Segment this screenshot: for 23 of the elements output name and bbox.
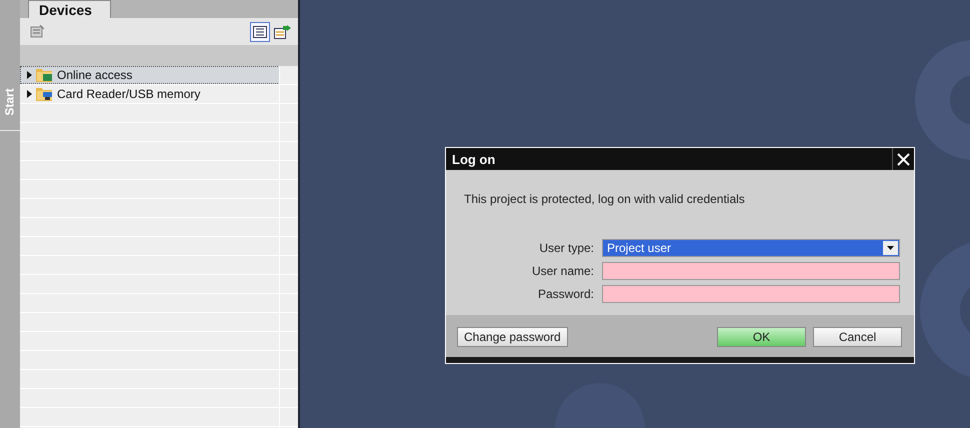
list-view-button[interactable] bbox=[250, 22, 270, 42]
devices-tab[interactable]: Devices bbox=[28, 0, 111, 18]
field-label: Password: bbox=[536, 287, 594, 301]
cancel-button[interactable]: Cancel bbox=[813, 327, 902, 347]
table-arrow-icon bbox=[274, 24, 290, 38]
expand-arrow-icon[interactable] bbox=[26, 71, 32, 79]
field-label: User name: bbox=[530, 264, 594, 278]
field-label: User type: bbox=[538, 241, 594, 255]
input-field[interactable] bbox=[602, 262, 900, 280]
expand-arrow-icon[interactable] bbox=[26, 90, 32, 98]
user-type-dropdown[interactable]: Project user bbox=[602, 239, 900, 257]
dialog-message: This project is protected, log on with valid credentials bbox=[464, 192, 746, 206]
tree-item[interactable]: Card Reader/USB memory bbox=[20, 85, 280, 103]
input-field[interactable] bbox=[602, 285, 900, 303]
tree-item[interactable]: Online access bbox=[20, 66, 280, 84]
dialog-title: Log on bbox=[451, 152, 496, 166]
dropdown-arrow-icon[interactable] bbox=[887, 246, 894, 250]
close-icon bbox=[897, 152, 910, 166]
change-password-button[interactable]: Change password bbox=[457, 327, 568, 347]
folder-card-icon bbox=[36, 87, 53, 101]
list-icon bbox=[253, 26, 267, 38]
folder-network-icon bbox=[36, 68, 53, 82]
ok-button[interactable]: OK bbox=[717, 327, 806, 347]
